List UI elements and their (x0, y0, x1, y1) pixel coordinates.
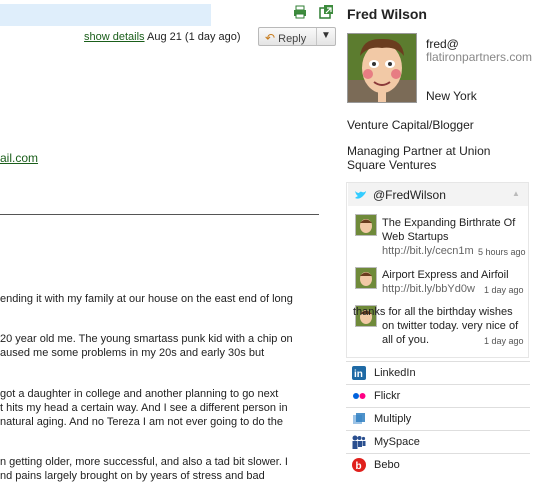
service-bebo[interactable]: b Bebo (346, 453, 530, 476)
scroll-up-icon[interactable]: ▲ (512, 189, 520, 198)
twitter-handle[interactable]: @FredWilson (373, 188, 446, 202)
tweet-time: 1 day ago (484, 336, 524, 346)
contact-tagline: Venture Capital/Blogger (347, 118, 474, 132)
contact-name: Fred Wilson (347, 6, 427, 22)
show-details-link[interactable]: show details (84, 31, 145, 43)
tweet-link[interactable]: http://bit.ly/cecn1m (382, 245, 474, 257)
flickr-icon (352, 389, 366, 403)
body-line: nd pains largely brought on by years of … (0, 470, 265, 482)
service-linkedin[interactable]: in LinkedIn (346, 361, 530, 384)
service-label: LinkedIn (374, 367, 416, 379)
contact-email-domain: flatironpartners.com (426, 50, 533, 64)
tweet-link[interactable]: http://bit.ly/bbYd0w (382, 283, 475, 295)
contact-location: New York (426, 89, 477, 103)
tweet-time: 5 hours ago (478, 247, 526, 257)
reply-divider (316, 28, 317, 45)
subject-bar (0, 4, 211, 26)
body-line: aused me some problems in my 20s and ear… (0, 347, 265, 359)
service-label: MySpace (374, 436, 420, 448)
service-label: Multiply (374, 413, 412, 425)
reply-label: Reply (278, 33, 307, 45)
twitter-icon (354, 190, 367, 200)
service-label: Bebo (374, 459, 400, 471)
contact-email-user: fred@ (426, 37, 459, 51)
reply-arrow-icon: ↶ (265, 31, 276, 45)
body-line: t hits my head a certain way. And I see … (0, 402, 288, 414)
myspace-icon (352, 435, 366, 449)
tweet-body: Airport Express and Airfoil (382, 269, 509, 281)
tweet-avatar (355, 214, 377, 236)
email-address-link[interactable]: ail.com (0, 151, 38, 165)
linkedin-icon: in (352, 366, 366, 380)
tweet-avatar (355, 267, 377, 289)
service-myspace[interactable]: MySpace (346, 430, 530, 453)
new-window-icon[interactable] (319, 4, 334, 19)
body-line: n getting older, more successful, and al… (0, 456, 288, 468)
svg-text:in: in (354, 369, 363, 380)
service-multiply[interactable]: Multiply (346, 407, 530, 430)
multiply-icon (352, 412, 366, 426)
tweet-body: The Expanding Birthrate Of Web Startups (382, 217, 516, 243)
divider-line (0, 214, 319, 215)
svg-text:b: b (356, 461, 362, 472)
service-flickr[interactable]: Flickr (346, 384, 530, 407)
body-line: got a daughter in college and another pl… (0, 388, 279, 400)
message-header: show details Aug 21 (1 day ago) (84, 31, 241, 43)
reply-button-content[interactable]: ↶ Reply (265, 31, 306, 45)
print-icon[interactable] (293, 5, 307, 19)
reply-dropdown-icon[interactable]: ▼ (321, 30, 331, 41)
tweet-time: 1 day ago (484, 285, 524, 295)
reply-button[interactable]: ↶ Reply ▼ (258, 27, 336, 46)
body-line: ending it with my family at our house on… (0, 293, 293, 305)
message-date: Aug 21 (1 day ago) (147, 31, 241, 43)
service-label: Flickr (374, 390, 401, 402)
bebo-icon: b (352, 458, 366, 472)
avatar (347, 33, 417, 103)
body-line: natural aging. And no Tereza I am not ev… (0, 416, 283, 428)
contact-title: Managing Partner at Union Square Venture… (347, 144, 491, 172)
body-line: 20 year old me. The young smartass punk … (0, 333, 293, 345)
